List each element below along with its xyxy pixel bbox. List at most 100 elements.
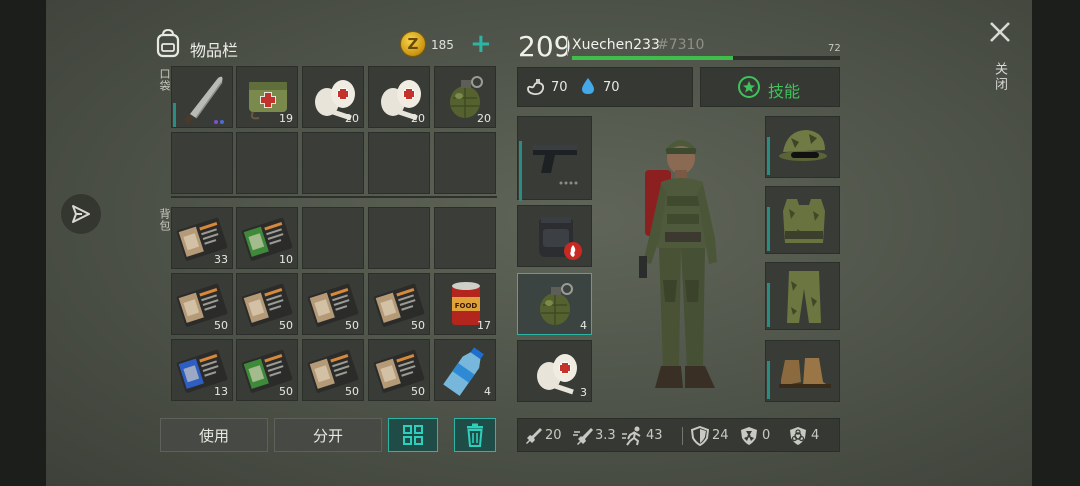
item-quantity: 50 — [214, 319, 228, 332]
left-edge — [0, 0, 46, 486]
item-quantity: 10 — [279, 253, 293, 266]
legs-slot[interactable] — [765, 262, 840, 330]
backpack-slot[interactable] — [368, 207, 430, 269]
damage-icon — [526, 428, 542, 444]
item-quantity: 3 — [580, 386, 587, 399]
grid-icon — [403, 425, 423, 445]
body-slot[interactable] — [765, 186, 840, 254]
item-quantity: 4 — [484, 385, 491, 398]
durability-bar — [767, 361, 770, 399]
player-tag: #7310 — [657, 37, 705, 53]
head-slot[interactable] — [765, 116, 840, 178]
stats-divider — [682, 427, 683, 445]
tactical-backpack-icon — [525, 207, 587, 267]
durability-bar — [519, 141, 522, 201]
pocket-slot[interactable] — [368, 132, 430, 194]
armor-value: 24 — [712, 428, 729, 443]
sort-button[interactable] — [388, 418, 438, 452]
backpack-slot[interactable]: FOOD 17 — [434, 273, 496, 335]
divider — [567, 36, 568, 56]
quick-2-slot[interactable]: 3 — [517, 340, 592, 402]
backpack-slot[interactable]: 33 — [171, 207, 233, 269]
camo-pants-icon — [773, 267, 835, 327]
attack-speed-value: 3.3 — [595, 428, 616, 443]
backpack-slot[interactable] — [302, 207, 364, 269]
backpack-slot[interactable]: 50 — [236, 339, 298, 401]
backpack-slot[interactable]: 50 — [302, 339, 364, 401]
right-edge — [1032, 0, 1080, 486]
backpack-slot[interactable] — [517, 205, 592, 267]
close-icon — [990, 22, 1010, 42]
radiation-value: 0 — [762, 428, 771, 443]
pocket-slot[interactable]: 20 — [368, 66, 430, 128]
pocket-slot[interactable] — [171, 132, 233, 194]
machete-icon — [172, 68, 234, 128]
svg-text:FOOD: FOOD — [455, 302, 478, 310]
close-button[interactable] — [988, 20, 1012, 50]
trash-icon — [467, 423, 483, 447]
send-icon — [72, 205, 90, 223]
pocket-slot[interactable] — [302, 132, 364, 194]
backpack-slot[interactable]: 50 — [236, 273, 298, 335]
item-quantity: 50 — [411, 319, 425, 332]
frag-grenade-icon — [525, 275, 587, 335]
pocket-slot[interactable]: 20 — [302, 66, 364, 128]
biohazard-icon — [790, 427, 806, 445]
attack-speed-icon — [573, 428, 593, 445]
xp-bar-fill — [572, 56, 733, 60]
skills-label: 技能 — [768, 82, 801, 101]
close-label[interactable]: 关闭 — [990, 62, 1009, 92]
pocket-slot[interactable]: 19 — [236, 66, 298, 128]
backpack-slot[interactable]: 50 — [171, 273, 233, 335]
backpack-slot[interactable]: 50 — [368, 273, 430, 335]
item-quantity: 4 — [580, 319, 587, 332]
inventory-title: 物品栏 — [190, 41, 239, 60]
hunger-value: 70 — [551, 80, 568, 95]
pistol-icon — [525, 129, 587, 189]
item-quantity: 13 — [214, 385, 228, 398]
pocket-slot[interactable] — [171, 66, 233, 128]
share-button[interactable] — [60, 193, 102, 235]
backpack-slot[interactable]: 4 — [434, 339, 496, 401]
radiation-icon — [741, 427, 757, 445]
pocket-slot[interactable] — [434, 132, 496, 194]
item-quantity: 20 — [411, 112, 425, 125]
weapon-slot[interactable] — [517, 116, 592, 201]
durability-bar — [767, 207, 770, 251]
item-quantity: 17 — [477, 319, 491, 332]
damage-value: 20 — [545, 428, 562, 443]
xp-value: 72 — [828, 43, 841, 54]
run-icon — [622, 426, 641, 446]
water-drop-icon — [581, 77, 595, 99]
split-button[interactable]: 分开 — [274, 418, 382, 452]
item-quantity: 50 — [411, 385, 425, 398]
use-button[interactable]: 使用 — [160, 418, 268, 452]
biohazard-value: 4 — [811, 428, 820, 443]
delete-button[interactable] — [454, 418, 496, 452]
player-level: 209 — [518, 30, 572, 63]
backpack-slot[interactable]: 13 — [171, 339, 233, 401]
backpack-slot[interactable]: 10 — [236, 207, 298, 269]
boots-icon — [773, 342, 835, 402]
coin-count: 185 — [431, 38, 454, 52]
item-quantity: 33 — [214, 253, 228, 266]
item-quantity: 50 — [279, 385, 293, 398]
backpack-slot[interactable] — [434, 207, 496, 269]
feet-slot[interactable] — [765, 340, 840, 402]
quick-1-slot[interactable]: 4 — [517, 273, 592, 335]
character-model — [625, 130, 745, 399]
durability-bar — [767, 283, 770, 327]
move-speed-value: 43 — [646, 428, 663, 443]
pocket-slot[interactable]: 20 — [434, 66, 496, 128]
pocket-slot[interactable] — [236, 132, 298, 194]
star-icon — [738, 76, 760, 102]
add-coins-button[interactable]: + — [470, 31, 492, 57]
camo-vest-icon — [773, 191, 835, 251]
xp-bar — [572, 56, 840, 60]
stats-bar: 20 3.3 43 24 0 4 — [517, 418, 840, 452]
thirst-value: 70 — [603, 80, 620, 95]
backpack-slot[interactable]: 50 — [302, 273, 364, 335]
item-quantity: 50 — [279, 319, 293, 332]
item-quantity: 50 — [345, 319, 359, 332]
backpack-slot[interactable]: 50 — [368, 339, 430, 401]
